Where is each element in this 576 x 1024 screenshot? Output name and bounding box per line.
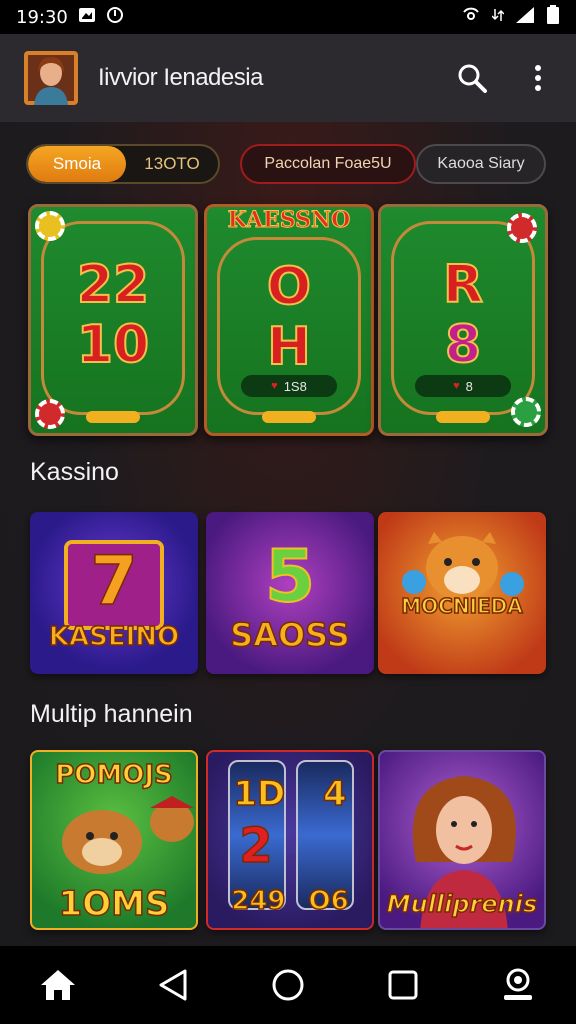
tile-top-label: 1D 4: [233, 773, 348, 815]
game-tile-saoss[interactable]: 5 SAOSS: [206, 512, 374, 674]
poker-chip-icon: [507, 213, 537, 243]
table-pill: ♥ 8: [415, 375, 511, 397]
home-icon: [40, 970, 75, 1000]
filter-chips: Smoia 13OTO Paccolan Foae5U Kaooa Siary: [26, 144, 556, 184]
content-area: Smoia 13OTO Paccolan Foae5U Kaooa Siary …: [0, 122, 576, 946]
nav-recents-button[interactable]: [375, 957, 431, 1013]
table-number-bottom: 10: [76, 314, 150, 376]
app-logo: [24, 51, 78, 105]
table-number-bottom: 8: [444, 314, 482, 376]
search-button[interactable]: [452, 58, 492, 98]
section-title-casino: Kassino: [30, 458, 119, 486]
hotspot-icon: [460, 6, 482, 29]
game-tile-mocnieda[interactable]: MOCNIEDA: [378, 512, 546, 674]
chip-13oto[interactable]: 13OTO: [126, 146, 218, 182]
app-title: Iivvior Ienadesia: [98, 64, 263, 91]
tile-label: KASEINO: [48, 621, 180, 653]
game-tile-kaseino[interactable]: 7 KASEINO: [30, 512, 198, 674]
nav-back-button[interactable]: [145, 957, 201, 1013]
tiger-icon: [402, 532, 524, 600]
nav-home-circle-button[interactable]: [260, 957, 316, 1013]
heart-icon: ♥: [453, 380, 460, 392]
table-pill: ♥ 1S8: [241, 375, 337, 397]
poker-chip-icon: [35, 399, 65, 429]
tile-label: 1OMS: [58, 883, 170, 925]
tile-label: MOCNIEDA: [400, 593, 523, 619]
tile-label: 249 O6: [230, 885, 349, 917]
battery-icon: [546, 4, 560, 30]
table-number-top: O: [266, 256, 312, 318]
chip-paccolan[interactable]: Paccolan Foae5U: [240, 144, 416, 184]
back-triangle-icon: [159, 969, 187, 1001]
tile-big-symbol: 7: [90, 541, 139, 622]
bottom-nav: [0, 946, 576, 1024]
more-vert-icon: [535, 65, 541, 91]
search-icon: [458, 64, 487, 93]
status-time: 19:30: [16, 6, 68, 28]
status-icons: [460, 4, 560, 30]
chip-group-primary: Smoia 13OTO: [26, 144, 220, 184]
app-bar: Iivvior Ienadesia: [0, 34, 576, 122]
chip-kaooa-siary[interactable]: Kaooa Siary: [416, 144, 546, 184]
table-number-bottom: H: [266, 316, 312, 378]
tile-big-symbol: 5: [264, 533, 316, 619]
tile-label: SAOSS: [229, 615, 350, 655]
gallery-notification-icon: [78, 7, 96, 28]
circle-icon: [272, 969, 304, 1001]
table-number-top: 22: [76, 254, 150, 316]
poker-chip-icon: [511, 397, 541, 427]
chip-smoia[interactable]: Smoia: [28, 146, 126, 182]
tile-mid-symbol: 2: [239, 817, 274, 875]
square-icon: [388, 970, 418, 1000]
more-options-button[interactable]: [518, 58, 558, 98]
table-card-3[interactable]: R 8 ♥ 8: [378, 204, 548, 436]
game-tile-slots[interactable]: 1D 4 2 249 O6: [206, 750, 374, 930]
table-card-1[interactable]: 22 10: [28, 204, 198, 436]
tile-label: Mulliprenis: [386, 889, 538, 919]
table-pill-value: 8: [465, 378, 473, 394]
signal-icon: [514, 6, 536, 29]
nav-profile-button[interactable]: [490, 957, 546, 1013]
heart-icon: ♥: [271, 380, 278, 392]
profile-icon: [504, 968, 533, 1000]
table-slot: [262, 411, 316, 423]
table-banner: KAESSNO: [227, 207, 351, 234]
game-tile-pomojs[interactable]: POMOJS 1OMS: [30, 750, 198, 930]
poker-chip-icon: [35, 211, 65, 241]
table-slot: [436, 411, 490, 423]
table-slot: [86, 411, 140, 423]
table-number-top: R: [442, 254, 484, 316]
table-pill-value: 1S8: [283, 378, 307, 394]
data-arrows-icon: [491, 7, 505, 28]
sync-notification-icon: [106, 6, 124, 29]
nav-home-button[interactable]: [30, 957, 86, 1013]
status-bar: 19:30: [0, 0, 576, 34]
game-tile-mulliprenis[interactable]: Mulliprenis: [378, 750, 546, 930]
table-card-2[interactable]: KAESSNO O H ♥ 1S8: [204, 204, 374, 436]
section-title-multi: Multip hannein: [30, 700, 193, 728]
